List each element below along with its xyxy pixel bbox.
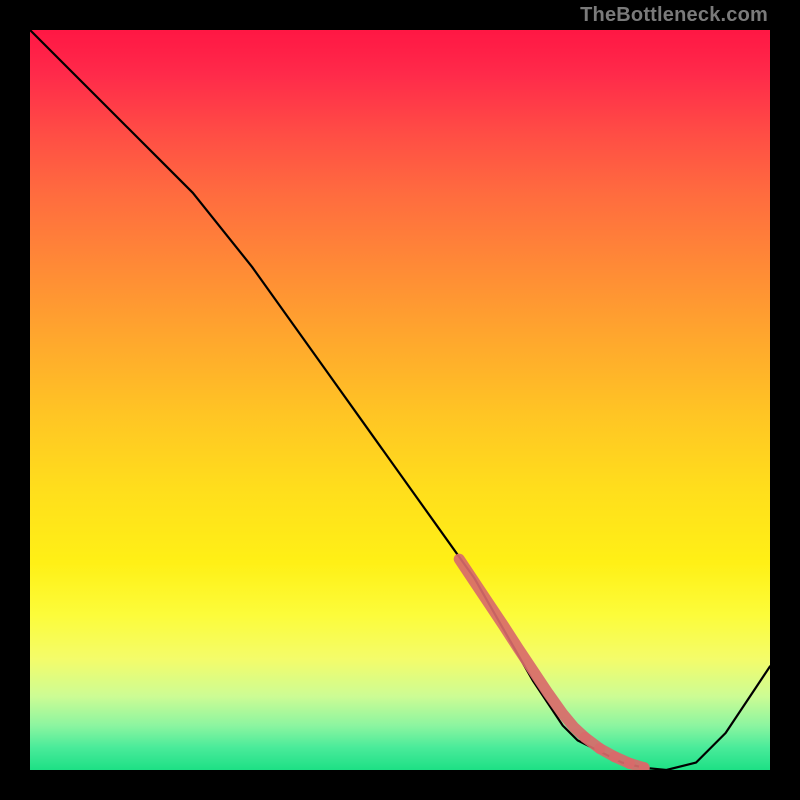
- chart-svg: [30, 30, 770, 770]
- highlight-dot: [624, 758, 635, 769]
- highlight-markers: [459, 559, 650, 770]
- highlight-dot: [609, 751, 620, 762]
- chart-frame: TheBottleneck.com: [0, 0, 800, 800]
- plot-area: [30, 30, 770, 770]
- watermark-text: TheBottleneck.com: [580, 4, 768, 27]
- highlight-dot: [580, 732, 591, 743]
- highlight-stroke: [459, 559, 644, 768]
- highlight-dot: [594, 743, 605, 754]
- bottleneck-curve: [30, 30, 770, 770]
